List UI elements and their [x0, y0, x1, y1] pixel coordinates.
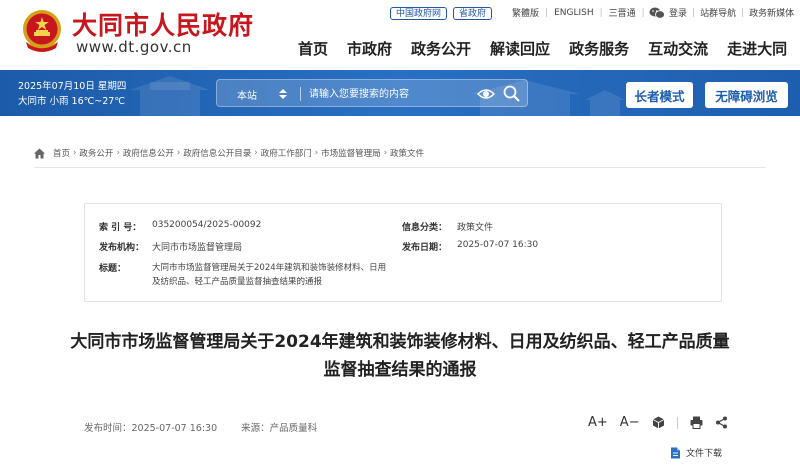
eye-icon[interactable]: [477, 86, 495, 102]
divider: [300, 87, 301, 101]
site-url: www.dt.gov.cn: [76, 38, 192, 56]
elder-mode-button[interactable]: 长者模式: [626, 82, 693, 108]
search-icon[interactable]: [503, 85, 520, 102]
nav-gov-services[interactable]: 政务服务: [569, 38, 629, 59]
new-media-link[interactable]: 政务新媒体: [744, 6, 799, 19]
chevron-right-icon: ›: [383, 148, 388, 158]
nav-city-gov[interactable]: 市政府: [347, 38, 392, 59]
nav-about-datong[interactable]: 走进大同: [727, 38, 787, 59]
chevron-right-icon: ›: [116, 148, 120, 158]
divider: [676, 416, 678, 429]
org-value: 大同市市场监督管理局: [152, 243, 243, 253]
file-download-button[interactable]: 文件下载: [670, 446, 722, 459]
search-input[interactable]: [309, 84, 479, 104]
site-title[interactable]: 大同市人民政府: [72, 6, 254, 42]
article-title-line: 监督抽查结果的通报: [323, 360, 477, 380]
breadcrumb-item[interactable]: 政府信息公开目录: [183, 147, 251, 159]
current-date: 2025年07月10日 星期四: [18, 81, 127, 92]
publish-time: 发布时间：2025-07-07 16:30: [84, 423, 218, 434]
breadcrumb-item[interactable]: 政府工作部门: [261, 147, 312, 159]
login-link[interactable]: 登录: [664, 6, 692, 19]
document-info-box: 索 引 号： 035200054/2025-00092 信息分类： 政策文件 发…: [84, 203, 722, 302]
date-weather: 2025年07月10日 星期四 大同市 小雨 16℃~27℃: [18, 79, 126, 109]
category-value: 政策文件: [457, 223, 494, 233]
article-toolbar: A+ A−: [588, 415, 740, 430]
link-traditional[interactable]: 繁體版: [506, 6, 545, 19]
share-icon[interactable]: [715, 416, 728, 429]
cube-icon[interactable]: [652, 416, 665, 429]
search-scope-select[interactable]: 本站: [237, 87, 257, 102]
breadcrumb-item[interactable]: 首页: [53, 147, 70, 159]
breadcrumb: 首页 › 政务公开 › 政府信息公开 › 政府信息公开目录 › 政府工作部门 ›…: [34, 147, 424, 159]
date-label: 发布日期：: [402, 243, 448, 253]
nav-gov-affairs-open[interactable]: 政务公开: [411, 38, 471, 59]
link-sanjintong[interactable]: 三晋通: [603, 6, 642, 19]
home-icon: [34, 148, 45, 158]
breadcrumb-item[interactable]: 市场监督管理局: [321, 147, 381, 159]
chevron-right-icon: ›: [314, 148, 319, 158]
accessible-mode-label: 无障碍浏览: [715, 88, 778, 104]
article-meta: 发布时间：2025-07-07 16:30 来源：产品质量科: [84, 420, 317, 434]
file-download-label: 文件下载: [686, 449, 723, 459]
index-label: 索 引 号：: [99, 223, 142, 233]
file-icon: [671, 447, 680, 458]
index-value: 035200054/2025-00092: [152, 220, 262, 230]
site-nav-link[interactable]: 站群导航: [695, 6, 741, 19]
category-label: 信息分类：: [402, 223, 448, 233]
date-value: 2025-07-07 16:30: [457, 240, 539, 250]
breadcrumb-item[interactable]: 政府信息公开: [123, 147, 174, 159]
weather-info: 大同市 小雨 16℃~27℃: [18, 96, 126, 107]
breadcrumb-item[interactable]: 政策文件: [390, 147, 424, 159]
font-decrease-button[interactable]: A−: [620, 415, 640, 430]
divider: |: [641, 7, 645, 18]
font-increase-button[interactable]: A+: [588, 415, 608, 430]
nav-interaction[interactable]: 互动交流: [648, 38, 708, 59]
article-title: 大同市市场监督管理局关于2024年建筑和装饰装修材料、日用及纺织品、轻工产品质量…: [0, 328, 800, 384]
title-value: 大同市市场监督管理局关于2024年建筑和装饰装修材料、日用及纺织品、轻工产品质量…: [152, 263, 387, 287]
nav-home[interactable]: 首页: [298, 38, 328, 59]
updown-arrow-icon[interactable]: [279, 89, 287, 99]
breadcrumb-item[interactable]: 政务公开: [79, 147, 113, 159]
org-label: 发布机构：: [99, 243, 145, 253]
top-tags: 中国政府网 省政府: [390, 7, 493, 20]
user-links: 登录 | 站群导航 | 政务新媒体: [664, 6, 799, 20]
chevron-right-icon: ›: [73, 148, 77, 158]
link-english[interactable]: ENGLISH: [548, 8, 600, 18]
print-icon[interactable]: [690, 416, 703, 429]
article-title-line: 大同市市场监督管理局关于2024年建筑和装饰装修材料、日用及纺织品、轻工产品质量: [70, 332, 730, 352]
tag-province-gov[interactable]: 省政府: [453, 7, 493, 20]
national-emblem-icon: [23, 10, 61, 52]
chevron-right-icon: ›: [176, 148, 181, 158]
elder-mode-label: 长者模式: [634, 88, 685, 104]
site-header: 大同市人民政府 www.dt.gov.cn 中国政府网 省政府 繁體版 | EN…: [0, 0, 800, 70]
title-label: 标题：: [99, 264, 127, 274]
tag-central-gov[interactable]: 中国政府网: [390, 7, 448, 20]
language-links: 繁體版 | ENGLISH | 三晋通 |: [506, 6, 669, 19]
nav-interpretation[interactable]: 解读回应: [490, 38, 550, 59]
divider: [34, 167, 766, 168]
accessible-mode-button[interactable]: 无障碍浏览: [705, 82, 788, 108]
wechat-icon[interactable]: [649, 7, 665, 19]
chevron-right-icon: ›: [254, 148, 258, 158]
main-nav: 首页 市政府 政务公开 解读回应 政务服务 互动交流 走进大同: [298, 38, 787, 59]
article-source: 来源：产品质量科: [241, 423, 318, 434]
search-box: 本站: [216, 79, 528, 107]
